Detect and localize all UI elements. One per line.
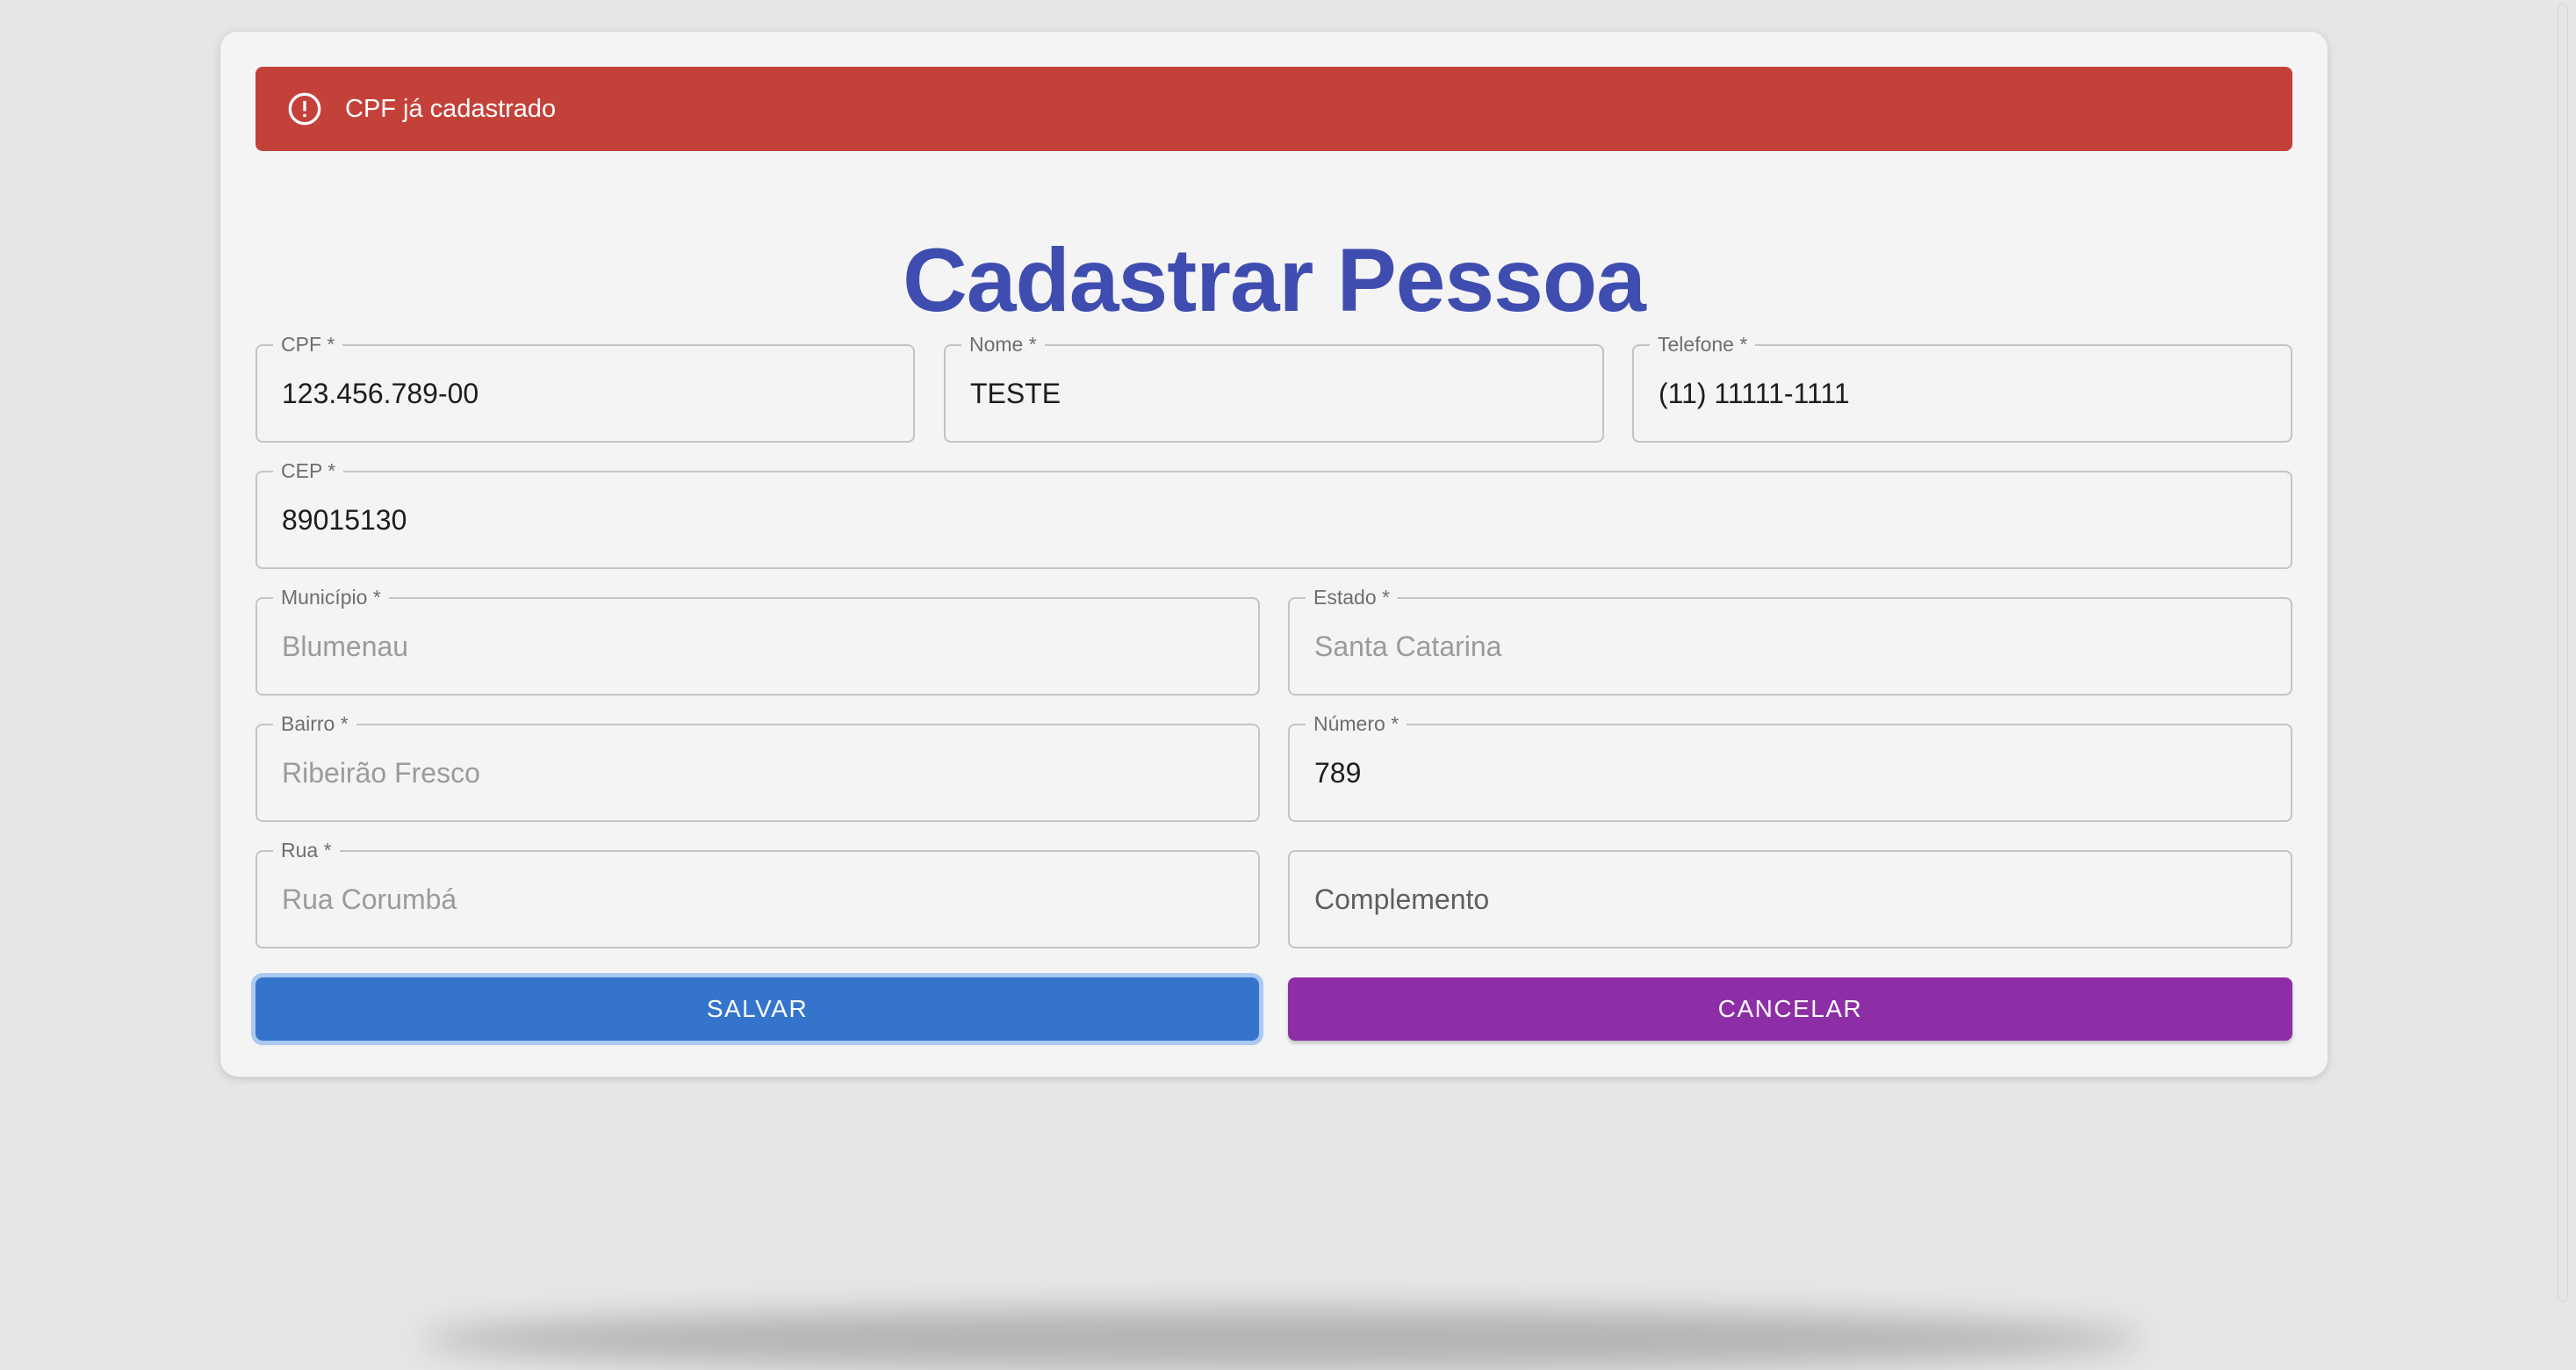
- cpf-value: 123.456.789-00: [282, 378, 479, 409]
- error-alert-message: CPF já cadastrado: [345, 94, 557, 123]
- nome-field[interactable]: Nome * TESTE: [944, 330, 1604, 443]
- cep-value: 89015130: [282, 504, 407, 536]
- telefone-value: (11) 11111-1111: [1659, 378, 1850, 409]
- municipio-field[interactable]: Município * Blumenau: [255, 583, 1260, 696]
- nome-value: TESTE: [970, 378, 1061, 409]
- cancel-button[interactable]: CANCELAR: [1288, 977, 2292, 1041]
- page-bottom-shadow: [421, 1309, 2142, 1370]
- bairro-value: Ribeirão Fresco: [282, 757, 480, 789]
- estado-value: Santa Catarina: [1314, 631, 1502, 662]
- register-person-card: CPF já cadastrado Cadastrar Pessoa CPF *…: [220, 32, 2328, 1077]
- error-alert: CPF já cadastrado: [255, 67, 2292, 151]
- numero-field[interactable]: Número * 789: [1288, 710, 2292, 822]
- estado-field[interactable]: Estado * Santa Catarina: [1288, 583, 2292, 696]
- cpf-field[interactable]: CPF * 123.456.789-00: [255, 330, 915, 443]
- numero-value: 789: [1314, 757, 1362, 789]
- rua-value: Rua Corumbá: [282, 883, 457, 915]
- municipio-value: Blumenau: [282, 631, 409, 662]
- page-scrollbar-thumb[interactable]: [2558, 4, 2568, 1302]
- page-title: Cadastrar Pessoa: [903, 230, 1646, 330]
- complemento-placeholder: Complemento: [1314, 883, 1490, 915]
- bairro-field[interactable]: Bairro * Ribeirão Fresco: [255, 710, 1260, 822]
- save-button[interactable]: SALVAR: [251, 973, 1263, 1045]
- error-outline-icon: [288, 92, 321, 126]
- telefone-field[interactable]: Telefone * (11) 11111-1111: [1632, 330, 2292, 443]
- cep-field[interactable]: CEP * 89015130: [255, 457, 2292, 569]
- rua-field[interactable]: Rua * Rua Corumbá: [255, 836, 1260, 948]
- complemento-field[interactable]: Complemento: [1288, 850, 2292, 948]
